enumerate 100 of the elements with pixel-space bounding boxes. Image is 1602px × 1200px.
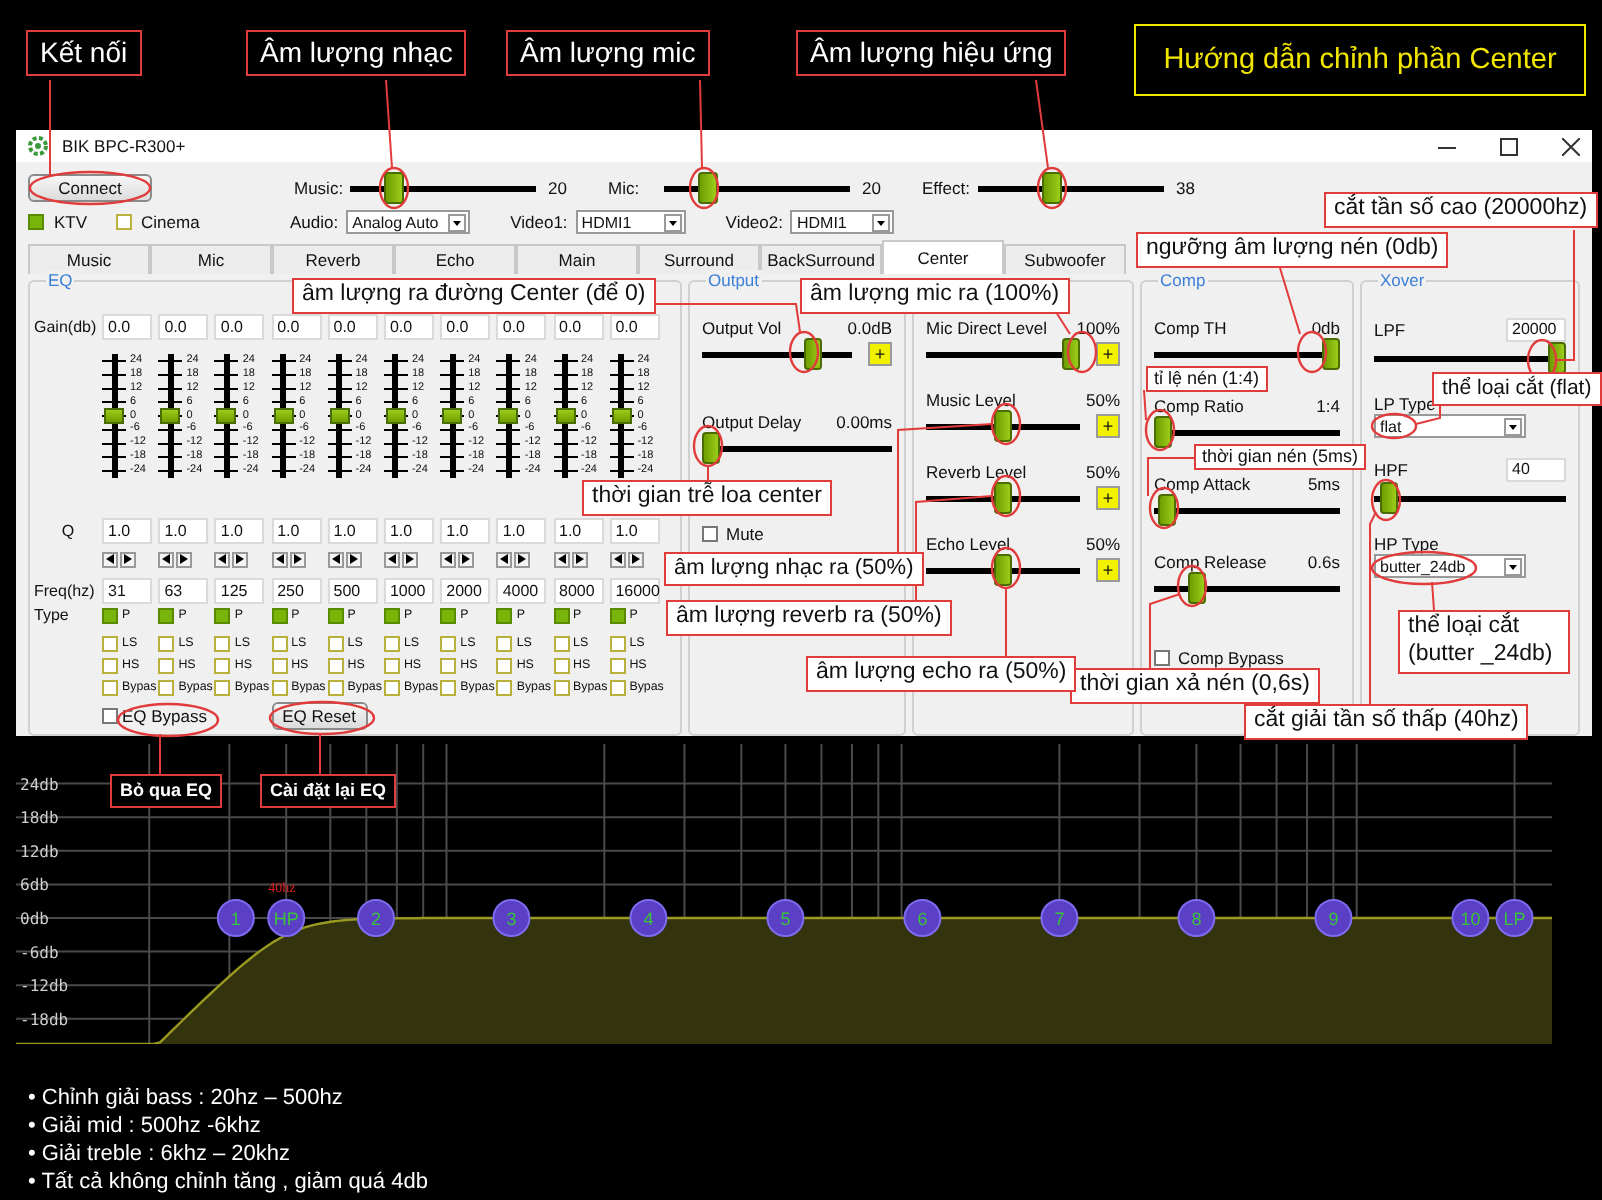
checkbox[interactable]	[327, 679, 344, 695]
checkbox[interactable]	[214, 607, 231, 623]
checkbox[interactable]	[609, 607, 626, 623]
q-field[interactable]: 1.0	[271, 518, 322, 544]
slider-thumb[interactable]	[702, 432, 720, 464]
dropdown[interactable]: butter_24db	[1374, 554, 1526, 578]
decrease-button[interactable]	[271, 551, 288, 567]
checkbox[interactable]	[553, 635, 569, 651]
dropdown[interactable]: HDMI1	[790, 210, 895, 234]
checkbox[interactable]	[496, 635, 513, 651]
decrease-button[interactable]	[496, 551, 513, 567]
checkbox[interactable]	[271, 635, 288, 651]
slider-thumb[interactable]	[994, 410, 1012, 442]
checkbox[interactable]	[383, 657, 400, 673]
slider-thumb[interactable]	[104, 408, 124, 424]
increase-button[interactable]	[120, 551, 136, 567]
checkbox[interactable]	[28, 214, 44, 230]
frequency-field[interactable]: 4000	[496, 578, 547, 604]
plus-button[interactable]: +	[1096, 486, 1120, 510]
checkbox[interactable]	[327, 635, 344, 651]
slider-thumb[interactable]	[160, 408, 181, 424]
checkbox[interactable]	[158, 679, 175, 695]
frequency-field[interactable]: 63	[158, 578, 209, 604]
increase-button[interactable]	[458, 551, 475, 567]
dropdown[interactable]: Analog Auto	[346, 210, 471, 234]
tab[interactable]: Subwoofer	[1004, 244, 1126, 274]
tab[interactable]: Reverb	[272, 244, 394, 274]
checkbox[interactable]	[1154, 650, 1170, 666]
frequency-field[interactable]: 8000	[553, 578, 603, 604]
checkbox[interactable]	[609, 657, 626, 673]
frequency-field[interactable]: 31	[102, 578, 152, 604]
gain-field[interactable]: 0.0	[271, 314, 322, 340]
gain-field[interactable]: 0.0	[440, 314, 491, 340]
decrease-button[interactable]	[553, 551, 569, 567]
checkbox[interactable]	[214, 657, 231, 673]
increase-button[interactable]	[176, 551, 193, 567]
connect-button[interactable]: Connect	[28, 174, 152, 202]
slider-thumb[interactable]	[1187, 572, 1206, 604]
checkbox[interactable]	[553, 657, 569, 673]
q-field[interactable]: 1.0	[609, 518, 660, 544]
gain-field[interactable]: 0.0	[496, 314, 547, 340]
q-field[interactable]: 1.0	[553, 518, 603, 544]
q-field[interactable]: 1.0	[327, 518, 378, 544]
checkbox[interactable]	[702, 526, 718, 542]
slider-thumb[interactable]	[216, 408, 237, 424]
input-field[interactable]: 40	[1506, 457, 1566, 481]
gain-field[interactable]: 0.0	[327, 314, 378, 340]
increase-button[interactable]	[232, 551, 249, 567]
increase-button[interactable]	[289, 551, 306, 567]
checkbox[interactable]	[158, 635, 175, 651]
tab[interactable]: Mic	[150, 244, 272, 274]
checkbox[interactable]	[496, 679, 513, 695]
checkbox[interactable]	[214, 635, 231, 651]
tab[interactable]: Main	[516, 244, 638, 274]
slider-thumb[interactable]	[1379, 482, 1398, 514]
tab[interactable]: Echo	[394, 244, 516, 274]
dropdown[interactable]: HDMI1	[575, 210, 686, 234]
checkbox[interactable]	[102, 607, 118, 623]
q-field[interactable]: 1.0	[158, 518, 209, 544]
checkbox[interactable]	[440, 607, 457, 623]
checkbox[interactable]	[553, 679, 569, 695]
slider-thumb[interactable]	[994, 482, 1012, 514]
checkbox[interactable]	[609, 679, 626, 695]
q-field[interactable]: 1.0	[440, 518, 491, 544]
checkbox[interactable]	[496, 607, 513, 623]
maximize-icon[interactable]	[1500, 137, 1518, 155]
checkbox[interactable]	[327, 607, 344, 623]
increase-button[interactable]	[571, 551, 587, 567]
slider-thumb[interactable]	[994, 554, 1012, 586]
slider-thumb[interactable]	[383, 172, 404, 204]
checkbox[interactable]	[158, 657, 175, 673]
close-icon[interactable]	[1562, 137, 1580, 155]
checkbox[interactable]	[271, 607, 288, 623]
slider-thumb[interactable]	[1157, 494, 1176, 526]
slider-thumb[interactable]	[498, 408, 519, 424]
checkbox[interactable]	[440, 635, 457, 651]
tab[interactable]: Surround	[638, 244, 760, 274]
checkbox[interactable]	[553, 607, 569, 623]
gain-field[interactable]: 0.0	[214, 314, 265, 340]
dropdown[interactable]: flat	[1374, 414, 1526, 438]
checkbox[interactable]	[214, 679, 231, 695]
gain-field[interactable]: 0.0	[553, 314, 603, 340]
q-field[interactable]: 1.0	[102, 518, 152, 544]
increase-button[interactable]	[345, 551, 362, 567]
q-field[interactable]: 1.0	[383, 518, 434, 544]
checkbox[interactable]	[102, 657, 118, 673]
q-field[interactable]: 1.0	[214, 518, 265, 544]
checkbox[interactable]	[440, 657, 457, 673]
checkbox[interactable]	[440, 679, 457, 695]
checkbox[interactable]	[102, 708, 118, 724]
frequency-field[interactable]: 16000	[609, 578, 660, 604]
checkbox[interactable]	[271, 657, 288, 673]
increase-button[interactable]	[514, 551, 531, 567]
frequency-field[interactable]: 125	[214, 578, 265, 604]
q-field[interactable]: 1.0	[496, 518, 547, 544]
decrease-button[interactable]	[102, 551, 118, 567]
slider-thumb[interactable]	[273, 408, 294, 424]
checkbox[interactable]	[327, 657, 344, 673]
plus-button[interactable]: +	[1096, 558, 1120, 582]
slider-thumb[interactable]	[1041, 172, 1062, 204]
